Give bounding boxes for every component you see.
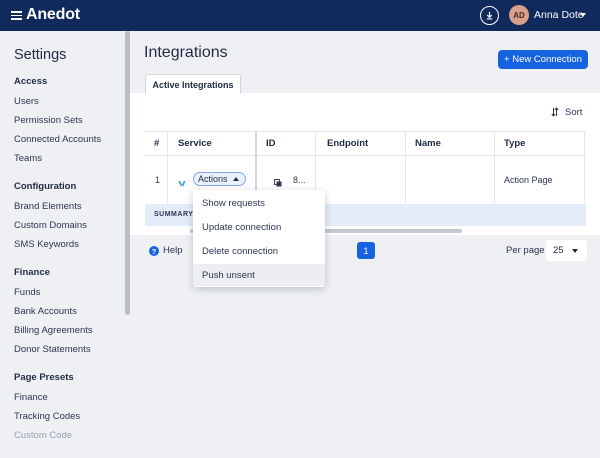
avatar[interactable]: AD: [509, 5, 529, 25]
new-connection-button[interactable]: + New Connection: [498, 50, 588, 69]
page-title: Integrations: [144, 44, 228, 61]
menu-item-push-unsent[interactable]: Push unsent: [193, 264, 325, 286]
caret-up-icon: [233, 177, 239, 181]
top-navigation-bar: Anedot AD Anna Dote: [0, 0, 600, 31]
table-header-divider: [145, 155, 586, 156]
pagination-page-current[interactable]: 1: [357, 242, 375, 259]
sidebar-heading-finance: Finance: [14, 267, 50, 278]
menu-item-delete-connection[interactable]: Delete connection: [193, 240, 325, 262]
per-page-label: Per page: [506, 245, 545, 256]
sidebar-item-billing-agreements[interactable]: Billing Agreements: [14, 325, 93, 336]
column-header-type[interactable]: Type: [504, 138, 525, 149]
sidebar-heading-page-presets: Page Presets: [14, 372, 74, 383]
sidebar-item-permission-sets[interactable]: Permission Sets: [14, 115, 83, 126]
sort-button[interactable]: Sort: [565, 107, 582, 118]
sidebar-item-brand-elements[interactable]: Brand Elements: [14, 201, 82, 212]
tab-active-integrations[interactable]: Active Integrations: [145, 74, 241, 94]
sidebar-item-teams[interactable]: Teams: [14, 153, 42, 164]
actions-dropdown-button[interactable]: Actions: [193, 172, 246, 186]
sidebar-item-connected-accounts[interactable]: Connected Accounts: [14, 134, 101, 145]
actions-label: Actions: [198, 174, 228, 184]
logo[interactable]: Anedot: [26, 6, 80, 24]
chevron-down-icon: [572, 249, 578, 253]
help-link[interactable]: Help: [163, 245, 183, 256]
sidebar-heading-access: Access: [14, 76, 48, 87]
sidebar-heading-configuration: Configuration: [14, 181, 77, 192]
column-divider: [405, 131, 406, 203]
menu-item-update-connection[interactable]: Update connection: [193, 216, 325, 238]
actions-menu: Show requests Update connection Delete c…: [193, 190, 325, 287]
sidebar-item-sms-keywords[interactable]: SMS Keywords: [14, 239, 79, 250]
per-page-value: 25: [553, 245, 564, 256]
per-page-select[interactable]: 25: [546, 240, 587, 261]
column-header-name[interactable]: Name: [415, 138, 441, 149]
user-name[interactable]: Anna Dote: [534, 9, 584, 21]
sidebar-title: Settings: [14, 47, 67, 63]
menu-icon[interactable]: [11, 11, 22, 20]
sort-icon[interactable]: [551, 107, 559, 119]
sidebar-item-donor-statements[interactable]: Donor Statements: [14, 344, 91, 355]
service-logo-icon: [178, 175, 186, 187]
sidebar-item-bank-accounts[interactable]: Bank Accounts: [14, 306, 77, 317]
sidebar-item-custom-code[interactable]: Custom Code: [14, 430, 72, 441]
column-divider: [167, 131, 168, 203]
column-divider: [584, 131, 585, 203]
help-icon[interactable]: ?: [149, 246, 159, 256]
column-header-id[interactable]: ID: [266, 138, 276, 149]
sidebar-item-users[interactable]: Users: [14, 96, 39, 107]
copy-icon[interactable]: [274, 174, 282, 187]
column-header-service[interactable]: Service: [178, 138, 212, 149]
column-header-number[interactable]: #: [154, 138, 159, 149]
menu-item-show-requests[interactable]: Show requests: [193, 192, 325, 214]
table-cell-type: Action Page: [504, 175, 553, 185]
column-divider: [494, 131, 495, 203]
table-cell-id: 8...: [293, 175, 306, 185]
sidebar-item-finance[interactable]: Finance: [14, 392, 48, 403]
caret-down-icon[interactable]: [580, 13, 586, 17]
table-cell-number: 1: [155, 175, 161, 185]
summary-label: SUMMARY: [154, 211, 194, 218]
download-icon[interactable]: [480, 6, 499, 25]
column-header-endpoint[interactable]: Endpoint: [327, 138, 368, 149]
sidebar-item-funds[interactable]: Funds: [14, 287, 40, 298]
sidebar-item-custom-domains[interactable]: Custom Domains: [14, 220, 87, 231]
sidebar-item-tracking-codes[interactable]: Tracking Codes: [14, 411, 80, 422]
